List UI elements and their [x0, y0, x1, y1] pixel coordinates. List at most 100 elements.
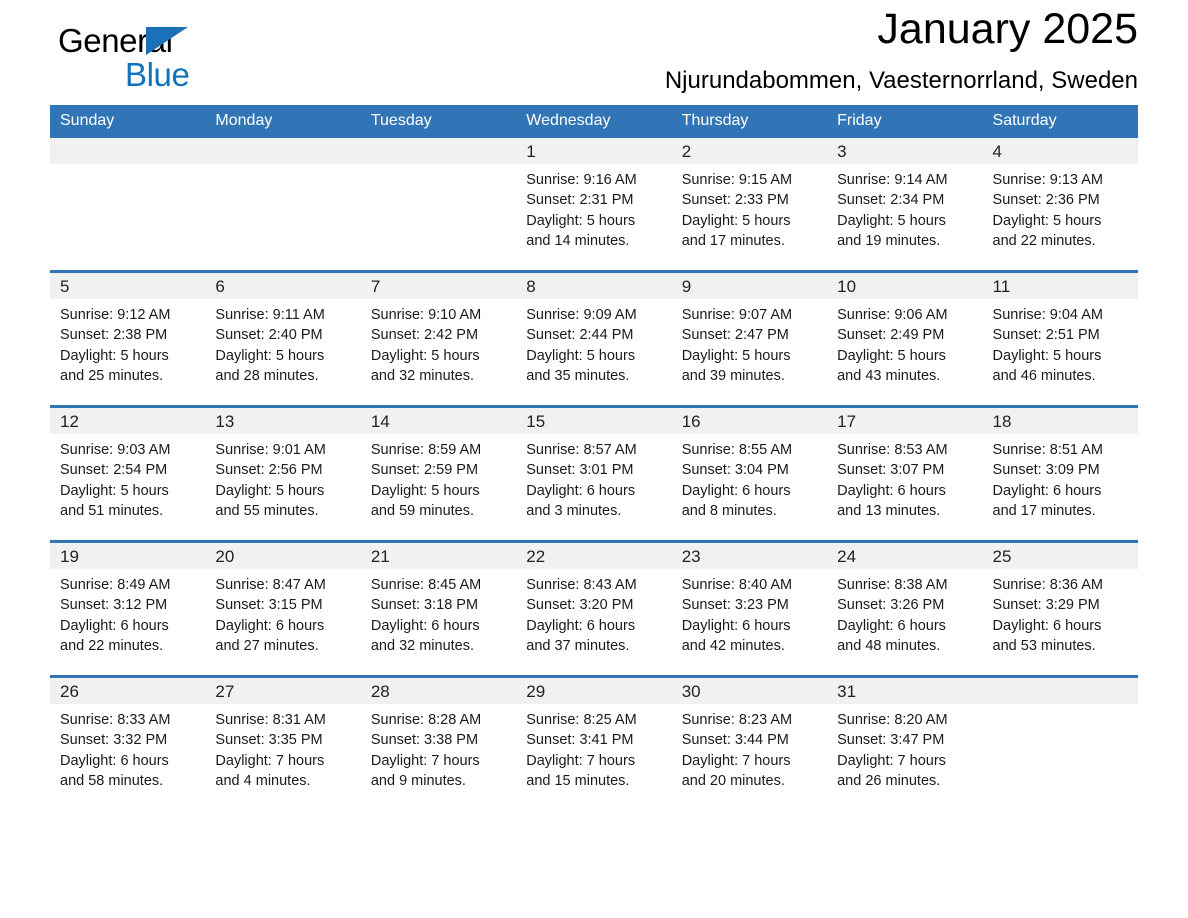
weekday-header-monday: Monday — [205, 105, 361, 138]
daylight-text-line1: Daylight: 6 hours — [837, 482, 946, 499]
day-cell[interactable]: 3 Sunrise: 9:14 AM Sunset: 2:34 PM Dayli… — [827, 138, 983, 272]
day-details: Sunrise: 8:38 AM Sunset: 3:26 PM Dayligh… — [827, 569, 982, 657]
sunrise-text: Sunrise: 8:47 AM — [215, 577, 326, 593]
day-cell[interactable]: 18 Sunrise: 8:51 AM Sunset: 3:09 PM Dayl… — [982, 405, 1138, 542]
daylight-text-line2: and 48 minutes. — [837, 638, 941, 655]
day-cell[interactable]: 5 Sunrise: 9:12 AM Sunset: 2:38 PM Dayli… — [50, 270, 206, 407]
daylight-text-line1: Daylight: 5 hours — [526, 347, 636, 364]
day-cell[interactable]: 21 Sunrise: 8:45 AM Sunset: 3:18 PM Dayl… — [360, 540, 517, 677]
day-cell-inner: 23 Sunrise: 8:40 AM Sunset: 3:23 PM Dayl… — [671, 543, 828, 675]
day-details: Sunrise: 9:11 AM Sunset: 2:40 PM Dayligh… — [205, 299, 360, 387]
day-cell-inner: 25 Sunrise: 8:36 AM Sunset: 3:29 PM Dayl… — [982, 543, 1138, 675]
day-cell-inner: 2 Sunrise: 9:15 AM Sunset: 2:33 PM Dayli… — [671, 138, 828, 270]
day-cell[interactable] — [50, 138, 206, 272]
day-cell-inner: 10 Sunrise: 9:06 AM Sunset: 2:49 PM Dayl… — [827, 273, 983, 405]
day-details: Sunrise: 9:13 AM Sunset: 2:36 PM Dayligh… — [983, 164, 1138, 252]
day-number: 24 — [827, 543, 983, 569]
sunrise-text: Sunrise: 8:20 AM — [837, 712, 948, 728]
day-cell[interactable]: 17 Sunrise: 8:53 AM Sunset: 3:07 PM Dayl… — [827, 405, 983, 542]
day-cell[interactable] — [205, 138, 361, 272]
daylight-text-line1: Daylight: 6 hours — [681, 617, 791, 634]
day-number: 2 — [671, 138, 828, 164]
day-cell[interactable] — [982, 675, 1138, 810]
daylight-text-line1: Daylight: 5 hours — [370, 347, 480, 364]
logo-text-blue: Blue — [125, 56, 190, 93]
daylight-text-line2: and 9 minutes. — [370, 773, 466, 790]
day-number: 9 — [671, 273, 828, 299]
day-details: Sunrise: 8:49 AM Sunset: 3:12 PM Dayligh… — [50, 569, 205, 657]
day-cell[interactable]: 26 Sunrise: 8:33 AM Sunset: 3:32 PM Dayl… — [50, 675, 206, 810]
day-cell[interactable]: 29 Sunrise: 8:25 AM Sunset: 3:41 PM Dayl… — [516, 675, 672, 810]
day-details: Sunrise: 8:40 AM Sunset: 3:23 PM Dayligh… — [672, 569, 827, 657]
sunset-text: Sunset: 2:54 PM — [60, 462, 168, 479]
weekday-header-saturday: Saturday — [982, 105, 1138, 138]
daylight-text-line2: and 14 minutes. — [526, 233, 630, 250]
daylight-text-line1: Daylight: 7 hours — [681, 752, 791, 769]
day-cell[interactable]: 9 Sunrise: 9:07 AM Sunset: 2:47 PM Dayli… — [671, 270, 828, 407]
sunrise-sunset-calendar: Sunday Monday Tuesday Wednesday Thursday… — [50, 105, 1138, 810]
day-cell[interactable]: 28 Sunrise: 8:28 AM Sunset: 3:38 PM Dayl… — [360, 675, 517, 810]
daylight-text-line2: and 17 minutes. — [992, 503, 1096, 520]
day-cell[interactable]: 1 Sunrise: 9:16 AM Sunset: 2:31 PM Dayli… — [516, 138, 672, 272]
daylight-text-line1: Daylight: 6 hours — [837, 617, 946, 634]
day-cell[interactable]: 8 Sunrise: 9:09 AM Sunset: 2:44 PM Dayli… — [516, 270, 672, 407]
day-cell[interactable]: 10 Sunrise: 9:06 AM Sunset: 2:49 PM Dayl… — [827, 270, 983, 407]
day-cell-inner — [360, 138, 517, 270]
day-cell[interactable]: 15 Sunrise: 8:57 AM Sunset: 3:01 PM Dayl… — [516, 405, 672, 542]
sunset-text: Sunset: 2:49 PM — [837, 327, 945, 344]
day-cell[interactable]: 13 Sunrise: 9:01 AM Sunset: 2:56 PM Dayl… — [205, 405, 361, 542]
sunrise-text: Sunrise: 8:51 AM — [992, 442, 1103, 458]
daylight-text-line1: Daylight: 5 hours — [60, 482, 169, 499]
daylight-text-line2: and 4 minutes. — [215, 773, 311, 790]
sunset-text: Sunset: 3:15 PM — [215, 597, 323, 614]
day-cell[interactable]: 23 Sunrise: 8:40 AM Sunset: 3:23 PM Dayl… — [671, 540, 828, 677]
sunset-text: Sunset: 3:35 PM — [215, 732, 323, 749]
day-cell[interactable]: 2 Sunrise: 9:15 AM Sunset: 2:33 PM Dayli… — [671, 138, 828, 272]
day-cell-inner: 30 Sunrise: 8:23 AM Sunset: 3:44 PM Dayl… — [671, 678, 828, 810]
daylight-text-line2: and 37 minutes. — [526, 638, 630, 655]
day-details: Sunrise: 8:53 AM Sunset: 3:07 PM Dayligh… — [827, 434, 982, 522]
daylight-text-line1: Daylight: 5 hours — [60, 347, 169, 364]
day-cell[interactable]: 24 Sunrise: 8:38 AM Sunset: 3:26 PM Dayl… — [827, 540, 983, 677]
day-cell[interactable]: 6 Sunrise: 9:11 AM Sunset: 2:40 PM Dayli… — [205, 270, 361, 407]
day-cell[interactable]: 31 Sunrise: 8:20 AM Sunset: 3:47 PM Dayl… — [827, 675, 983, 810]
daylight-text-line2: and 26 minutes. — [837, 773, 941, 790]
daylight-text-line2: and 20 minutes. — [681, 773, 785, 790]
day-cell[interactable]: 7 Sunrise: 9:10 AM Sunset: 2:42 PM Dayli… — [360, 270, 517, 407]
daylight-text-line1: Daylight: 6 hours — [215, 617, 325, 634]
general-blue-logo[interactable]: General Blue — [50, 14, 250, 94]
day-cell[interactable]: 14 Sunrise: 8:59 AM Sunset: 2:59 PM Dayl… — [360, 405, 517, 542]
daylight-text-line2: and 15 minutes. — [526, 773, 630, 790]
sunrise-text: Sunrise: 8:36 AM — [992, 577, 1103, 593]
day-cell[interactable]: 30 Sunrise: 8:23 AM Sunset: 3:44 PM Dayl… — [671, 675, 828, 810]
sunset-text: Sunset: 2:59 PM — [370, 462, 479, 479]
triangle-flag-icon — [146, 27, 188, 55]
sunrise-text: Sunrise: 8:23 AM — [681, 712, 793, 728]
daylight-text-line1: Daylight: 5 hours — [837, 212, 946, 229]
day-cell[interactable]: 19 Sunrise: 8:49 AM Sunset: 3:12 PM Dayl… — [50, 540, 206, 677]
day-number: 31 — [827, 678, 983, 704]
daylight-text-line2: and 3 minutes. — [526, 503, 622, 520]
sunset-text: Sunset: 2:51 PM — [992, 327, 1100, 344]
day-cell[interactable]: 20 Sunrise: 8:47 AM Sunset: 3:15 PM Dayl… — [205, 540, 361, 677]
day-cell[interactable]: 27 Sunrise: 8:31 AM Sunset: 3:35 PM Dayl… — [205, 675, 361, 810]
day-cell[interactable]: 25 Sunrise: 8:36 AM Sunset: 3:29 PM Dayl… — [982, 540, 1138, 677]
day-number: 8 — [516, 273, 672, 299]
daylight-text-line2: and 19 minutes. — [837, 233, 941, 250]
daylight-text-line2: and 22 minutes. — [60, 638, 164, 655]
day-details: Sunrise: 8:45 AM Sunset: 3:18 PM Dayligh… — [361, 569, 516, 657]
day-details: Sunrise: 8:20 AM Sunset: 3:47 PM Dayligh… — [827, 704, 982, 792]
sunset-text: Sunset: 3:47 PM — [837, 732, 945, 749]
daylight-text-line2: and 46 minutes. — [992, 368, 1096, 385]
daylight-text-line1: Daylight: 5 hours — [370, 482, 480, 499]
day-cell[interactable]: 11 Sunrise: 9:04 AM Sunset: 2:51 PM Dayl… — [982, 270, 1138, 407]
daylight-text-line2: and 42 minutes. — [681, 638, 785, 655]
day-cell[interactable] — [360, 138, 517, 272]
daylight-text-line2: and 32 minutes. — [370, 638, 475, 655]
sunrise-text: Sunrise: 9:15 AM — [681, 172, 793, 188]
day-cell[interactable]: 12 Sunrise: 9:03 AM Sunset: 2:54 PM Dayl… — [50, 405, 206, 542]
week-row: 19 Sunrise: 8:49 AM Sunset: 3:12 PM Dayl… — [50, 540, 1138, 677]
day-cell[interactable]: 22 Sunrise: 8:43 AM Sunset: 3:20 PM Dayl… — [516, 540, 672, 677]
day-cell[interactable]: 16 Sunrise: 8:55 AM Sunset: 3:04 PM Dayl… — [671, 405, 828, 542]
day-cell[interactable]: 4 Sunrise: 9:13 AM Sunset: 2:36 PM Dayli… — [982, 138, 1138, 272]
